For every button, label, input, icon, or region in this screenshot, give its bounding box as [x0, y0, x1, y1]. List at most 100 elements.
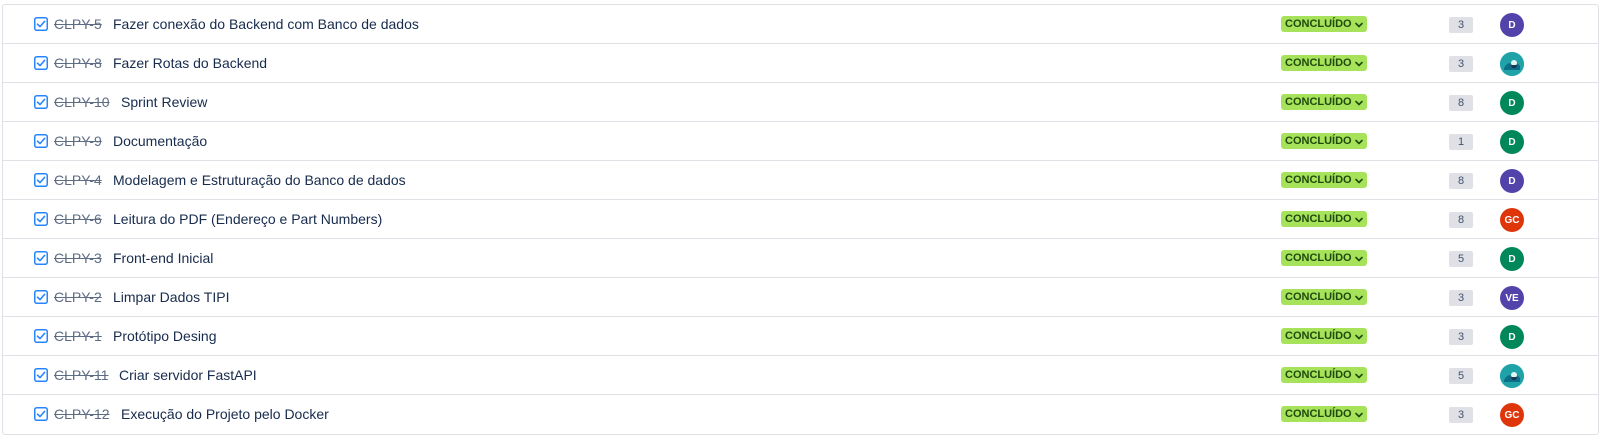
issue-summary[interactable]: Leitura do PDF (Endereço e Part Numbers) — [113, 211, 382, 227]
issue-row[interactable]: CLPY-8 Fazer Rotas do Backend CONCLUÍDO … — [3, 44, 1598, 83]
issue-summary[interactable]: Modelagem e Estruturação do Banco de dad… — [113, 172, 406, 188]
assignee-avatar[interactable]: D — [1500, 13, 1524, 37]
issue-summary[interactable]: Limpar Dados TIPI — [113, 289, 229, 305]
status-dropdown[interactable]: CONCLUÍDO — [1281, 367, 1367, 383]
status-label: CONCLUÍDO — [1285, 213, 1352, 225]
story-points-badge: 8 — [1449, 95, 1473, 111]
status-dropdown[interactable]: CONCLUÍDO — [1281, 250, 1367, 266]
assignee-initials: D — [1508, 331, 1516, 343]
chevron-down-icon — [1354, 254, 1363, 262]
story-points-badge: 8 — [1449, 212, 1473, 228]
issue-summary[interactable]: Sprint Review — [121, 94, 207, 110]
chevron-down-icon — [1354, 20, 1363, 28]
assignee-initials: D — [1508, 136, 1516, 148]
issue-key-link[interactable]: CLPY-1 — [54, 328, 102, 344]
assignee-initials: D — [1508, 97, 1516, 109]
assignee-avatar[interactable]: D — [1500, 325, 1524, 349]
issue-summary[interactable]: Execução do Projeto pelo Docker — [121, 406, 329, 422]
issue-summary[interactable]: Front-end Inicial — [113, 250, 213, 266]
status-label: CONCLUÍDO — [1285, 174, 1352, 186]
task-checkbox-icon — [34, 56, 48, 70]
assignee-avatar[interactable]: D — [1500, 247, 1524, 271]
story-points-badge: 3 — [1449, 329, 1473, 345]
chevron-down-icon — [1354, 137, 1363, 145]
issue-row[interactable]: CLPY-6 Leitura do PDF (Endereço e Part N… — [3, 200, 1598, 239]
task-checkbox-icon — [34, 173, 48, 187]
chevron-down-icon — [1354, 215, 1363, 223]
assignee-avatar[interactable] — [1500, 52, 1524, 76]
status-label: CONCLUÍDO — [1285, 252, 1352, 264]
task-checkbox-icon — [34, 212, 48, 226]
chevron-down-icon — [1354, 332, 1363, 340]
story-points-badge: 8 — [1449, 173, 1473, 189]
task-checkbox-icon — [34, 368, 48, 382]
status-dropdown[interactable]: CONCLUÍDO — [1281, 16, 1367, 32]
issue-row[interactable]: CLPY-10 Sprint Review CONCLUÍDO 8 D — [3, 83, 1598, 122]
task-checkbox-icon — [34, 290, 48, 304]
status-dropdown[interactable]: CONCLUÍDO — [1281, 94, 1367, 110]
issue-summary[interactable]: Fazer conexão do Backend com Banco de da… — [113, 16, 419, 32]
issue-row[interactable]: CLPY-2 Limpar Dados TIPI CONCLUÍDO 3 VE — [3, 278, 1598, 317]
chevron-down-icon — [1354, 371, 1363, 379]
chevron-down-icon — [1354, 410, 1363, 418]
assignee-image-icon — [1500, 364, 1524, 388]
status-dropdown[interactable]: CONCLUÍDO — [1281, 289, 1367, 305]
issue-row[interactable]: CLPY-4 Modelagem e Estruturação do Banco… — [3, 161, 1598, 200]
status-dropdown[interactable]: CONCLUÍDO — [1281, 172, 1367, 188]
chevron-down-icon — [1354, 59, 1363, 67]
assignee-initials: GC — [1504, 214, 1520, 226]
issue-key-link[interactable]: CLPY-10 — [54, 94, 110, 110]
issue-summary[interactable]: Documentação — [113, 133, 207, 149]
assignee-initials: VE — [1505, 292, 1519, 304]
assignee-avatar[interactable]: D — [1500, 169, 1524, 193]
status-dropdown[interactable]: CONCLUÍDO — [1281, 211, 1367, 227]
status-dropdown[interactable]: CONCLUÍDO — [1281, 133, 1367, 149]
issue-row[interactable]: CLPY-1 Protótipo Desing CONCLUÍDO 3 D — [3, 317, 1598, 356]
story-points-badge: 3 — [1449, 17, 1473, 33]
issue-summary[interactable]: Criar servidor FastAPI — [119, 367, 257, 383]
issue-row[interactable]: CLPY-11 Criar servidor FastAPI CONCLUÍDO… — [3, 356, 1598, 395]
issue-key-link[interactable]: CLPY-8 — [54, 55, 102, 71]
task-checkbox-icon — [34, 251, 48, 265]
assignee-initials: GC — [1504, 409, 1520, 421]
assignee-image-icon — [1500, 52, 1524, 76]
issue-row[interactable]: CLPY-3 Front-end Inicial CONCLUÍDO 5 D — [3, 239, 1598, 278]
status-dropdown[interactable]: CONCLUÍDO — [1281, 55, 1367, 71]
chevron-down-icon — [1354, 293, 1363, 301]
assignee-avatar[interactable]: GC — [1500, 403, 1524, 427]
issue-row[interactable]: CLPY-12 Execução do Projeto pelo Docker … — [3, 395, 1598, 434]
story-points-badge: 3 — [1449, 407, 1473, 423]
task-checkbox-icon — [34, 329, 48, 343]
status-dropdown[interactable]: CONCLUÍDO — [1281, 328, 1367, 344]
assignee-avatar[interactable]: D — [1500, 130, 1524, 154]
assignee-avatar[interactable]: D — [1500, 91, 1524, 115]
chevron-down-icon — [1354, 176, 1363, 184]
task-checkbox-icon — [34, 95, 48, 109]
status-dropdown[interactable]: CONCLUÍDO — [1281, 406, 1367, 422]
assignee-avatar[interactable] — [1500, 364, 1524, 388]
issue-row[interactable]: CLPY-5 Fazer conexão do Backend com Banc… — [3, 5, 1598, 44]
issue-key-link[interactable]: CLPY-11 — [54, 367, 108, 383]
issue-key-link[interactable]: CLPY-9 — [54, 133, 102, 149]
assignee-avatar[interactable]: GC — [1500, 208, 1524, 232]
issue-row[interactable]: CLPY-9 Documentação CONCLUÍDO 1 D — [3, 122, 1598, 161]
task-checkbox-icon — [34, 134, 48, 148]
issue-key-link[interactable]: CLPY-4 — [54, 172, 102, 188]
issue-summary[interactable]: Protótipo Desing — [113, 328, 217, 344]
issue-key-link[interactable]: CLPY-5 — [54, 16, 102, 32]
status-label: CONCLUÍDO — [1285, 57, 1352, 69]
status-label: CONCLUÍDO — [1285, 18, 1352, 30]
assignee-avatar[interactable]: VE — [1500, 286, 1524, 310]
issue-key-link[interactable]: CLPY-2 — [54, 289, 102, 305]
assignee-initials: D — [1508, 19, 1516, 31]
issue-key-link[interactable]: CLPY-3 — [54, 250, 102, 266]
status-label: CONCLUÍDO — [1285, 135, 1352, 147]
story-points-badge: 3 — [1449, 56, 1473, 72]
task-checkbox-icon — [34, 17, 48, 31]
issue-summary[interactable]: Fazer Rotas do Backend — [113, 55, 267, 71]
status-label: CONCLUÍDO — [1285, 369, 1352, 381]
chevron-down-icon — [1354, 98, 1363, 106]
status-label: CONCLUÍDO — [1285, 330, 1352, 342]
issue-key-link[interactable]: CLPY-6 — [54, 211, 102, 227]
issue-key-link[interactable]: CLPY-12 — [54, 406, 110, 422]
